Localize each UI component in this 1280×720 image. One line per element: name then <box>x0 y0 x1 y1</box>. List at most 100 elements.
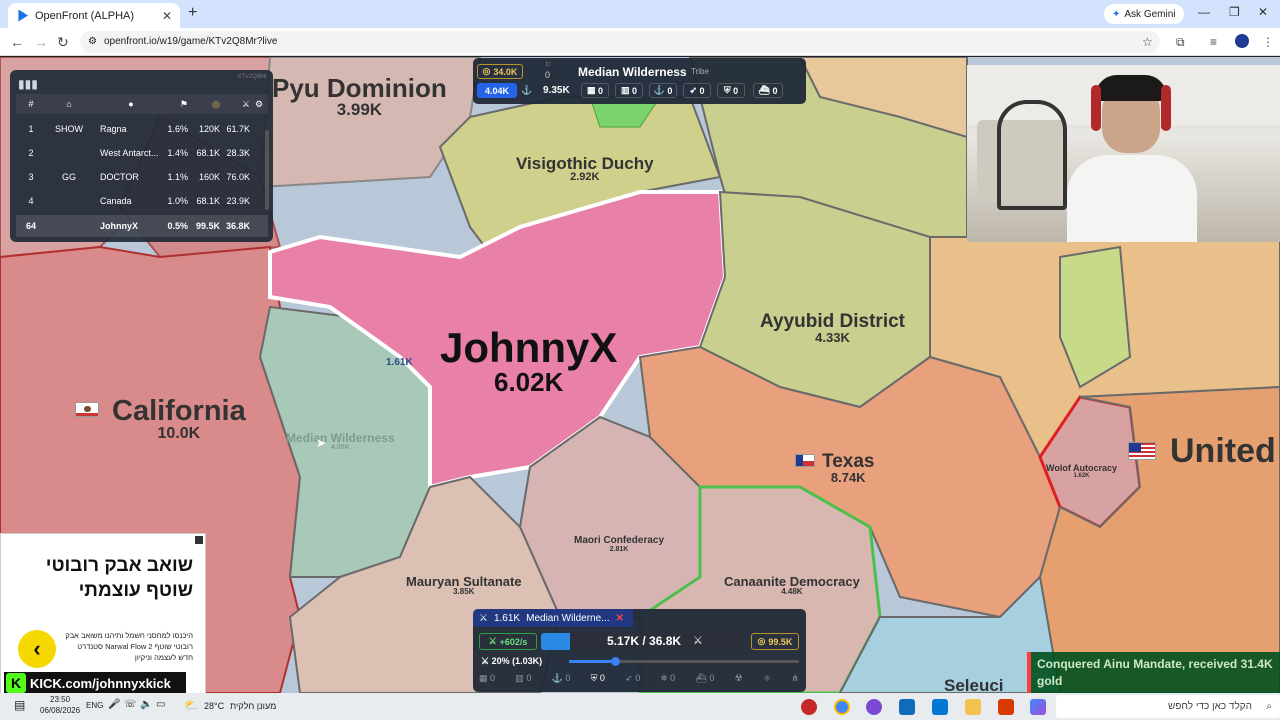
ad-arrow-button[interactable]: ‹ <box>18 630 56 668</box>
troops-cell: 23.9K <box>226 196 250 206</box>
leaderboard-panel: ▮▮▮ KTv2Q8Mr # ⌂ ● ⚑ ◎ ⚔ ⚙ 1 SHOW Ragna … <box>10 70 273 242</box>
advertisement-banner[interactable]: שואב אבק רובוטי שוטף עוצמתי היכנסו למחסנ… <box>0 533 206 695</box>
gemini-icon: ✦ <box>1112 8 1121 20</box>
col-gold-icon[interactable]: ◎ <box>188 99 220 110</box>
count: 0 <box>598 85 604 96</box>
count: 0 <box>632 85 638 96</box>
col-player-icon[interactable]: ● <box>92 99 162 109</box>
gold-coin-icon: ◎ <box>757 636 766 646</box>
file-explorer-icon[interactable] <box>965 699 981 715</box>
new-tab-button[interactable]: + <box>188 4 197 22</box>
recording-app-icon[interactable] <box>801 699 817 715</box>
slider-handle[interactable] <box>611 657 620 666</box>
rank-cell: 3 <box>28 172 34 182</box>
leaderboard-scrollbar[interactable] <box>265 130 269 210</box>
clock-date[interactable]: 06/08/2026 <box>40 706 80 715</box>
troops-attack-icon: ⚔ <box>479 612 488 624</box>
troop-bar-fill <box>541 633 570 650</box>
active-attack-row[interactable]: ⚔ 1.61K Median Wilderne... ✕ <box>473 609 633 627</box>
rank-cell: 2 <box>28 148 34 158</box>
build-warship-button[interactable]: ⛴ 0 <box>695 673 714 689</box>
app-icon[interactable] <box>866 699 882 715</box>
taskbar-search-box[interactable]: הקלד כאן כדי לחפש ⌕ <box>1056 695 1280 718</box>
language-indicator[interactable]: ENG <box>86 701 103 710</box>
ad-headline: שואב אבק רובוטי שוטף עוצמתי <box>8 554 193 603</box>
col-troops-icon[interactable]: ⚔ <box>220 99 250 110</box>
leaderboard-row-self[interactable]: 64 JohnnyX 0.5% 99.5K 36.8K <box>16 215 268 237</box>
gold-cell: 99.5K <box>195 221 220 231</box>
url-field[interactable]: ⚙ openfront.io/w19/game/KTv2Q8Mr?live <box>80 31 1160 53</box>
build-defense-button[interactable]: ⛨ 0 <box>591 673 605 689</box>
microphone-icon[interactable]: 🎤 <box>108 699 120 710</box>
store-icon[interactable] <box>932 699 948 715</box>
extensions-icon[interactable]: ⧉ <box>1176 35 1185 50</box>
mirv-icon[interactable]: ⋔ <box>791 673 799 689</box>
col-clan-icon[interactable]: ⌂ <box>46 99 92 109</box>
leaderboard-row[interactable]: 1 SHOW Ragna 1.6% 120K 61.7K <box>16 118 268 140</box>
build-city-button[interactable]: ▦ 0 <box>479 673 495 689</box>
build-sam-button[interactable]: ⛯ 0 <box>660 673 675 689</box>
build-missile-button[interactable]: ➶ 0 <box>625 673 640 689</box>
cancel-attack-icon[interactable]: ✕ <box>615 613 623 624</box>
volume-icon[interactable]: 🔈 <box>140 699 152 710</box>
battery-icon[interactable]: ▭ <box>156 699 165 710</box>
network-icon[interactable]: ☏ <box>124 699 137 710</box>
player-cell: Canada <box>100 196 132 206</box>
media-control-icon[interactable]: ≡ <box>1210 35 1217 49</box>
col-territory-icon[interactable]: ⚑ <box>162 99 188 110</box>
warships-chip: ⛴ 0 <box>753 83 783 98</box>
player-cell: JohnnyX <box>100 221 139 231</box>
player-cell: Ragna <box>100 124 127 134</box>
mail-icon[interactable] <box>899 699 915 715</box>
menu-icon[interactable]: ⋮ <box>1262 35 1274 49</box>
minimize-button[interactable]: — <box>1198 5 1210 19</box>
chrome-icon[interactable] <box>834 699 850 715</box>
hydrogen-bomb-icon[interactable]: ⚛ <box>763 673 771 689</box>
back-icon[interactable]: ← <box>10 34 24 50</box>
leaderboard-row[interactable]: 2 West Antarct... 1.4% 68.1K 28.3K <box>16 142 268 164</box>
settings-gear-icon[interactable]: ⚙ <box>250 99 268 110</box>
region-label-canaanite-democracy: Canaanite Democracy 4.48K <box>724 574 860 596</box>
attack-ratio-slider[interactable] <box>569 657 799 666</box>
site-info-icon[interactable]: ⚙ <box>88 31 97 53</box>
game-id-watermark: KTv2Q8Mr <box>238 74 268 80</box>
region-label-johnnyx: JohnnyX 6.02K <box>440 324 618 397</box>
count: 0 <box>772 85 778 96</box>
target-type: Tribe <box>691 67 709 76</box>
nuke-icon[interactable]: ☢ <box>735 673 743 689</box>
boat-value: 9.35K <box>543 85 570 96</box>
office-icon[interactable] <box>998 699 1014 715</box>
reload-icon[interactable]: ↻ <box>57 34 69 51</box>
leaderboard-row[interactable]: 3 GG DOCTOR 1.1% 160K 76.0K <box>16 166 268 188</box>
ask-gemini-button[interactable]: ✦ Ask Gemini <box>1104 4 1184 24</box>
attack-troops: 1.61K <box>493 612 521 624</box>
bookmark-star-icon[interactable]: ☆ <box>1142 35 1153 49</box>
maximize-button[interactable]: ❐ <box>1229 5 1240 19</box>
forward-icon[interactable]: → <box>34 34 48 50</box>
tab-close-icon[interactable]: ✕ <box>162 9 172 23</box>
close-window-button[interactable]: ✕ <box>1258 5 1268 19</box>
notification-center-icon[interactable]: ▤ <box>14 698 25 712</box>
troops-cell: 28.3K <box>226 148 250 158</box>
copilot-icon[interactable] <box>1030 699 1046 715</box>
leaderboard-row[interactable]: 4 Canada 1.0% 68.1K 23.9K <box>16 190 268 212</box>
region-label-pyu-dominion: Pyu Dominion 3.99K <box>272 73 447 119</box>
ad-close-icon[interactable] <box>195 536 203 544</box>
browser-tab[interactable]: OpenFront (ALPHA) ✕ <box>8 3 180 28</box>
weather-icon[interactable]: ⛅ <box>184 698 199 712</box>
clock-time[interactable]: 23:50 <box>50 695 70 704</box>
usa-flag-icon <box>1128 442 1156 460</box>
stats-chart-icon[interactable]: ▮▮▮ <box>18 77 38 91</box>
count: 0 <box>667 85 673 96</box>
attack-ratio: 20% (1.03K) <box>491 656 543 666</box>
browser-tab-bar: OpenFront (ALPHA) ✕ + ✦ Ask Gemini — ❐ ✕ <box>0 0 1280 28</box>
rank-cell: 1 <box>28 124 34 134</box>
count: 0 <box>733 85 739 96</box>
profile-avatar[interactable] <box>1235 34 1249 48</box>
build-port-button[interactable]: ⚓ 0 <box>552 673 571 689</box>
col-rank-header[interactable]: # <box>16 99 46 109</box>
build-factory-button[interactable]: ▥ 0 <box>515 673 531 689</box>
kick-channel-banner: K KICK.com/johnnyxkick <box>4 672 186 694</box>
gold-chip-bottom: ◎ 99.5K <box>751 633 799 650</box>
event-notification: Conquered Ainu Mandate, received 31.4K g… <box>1027 652 1280 693</box>
